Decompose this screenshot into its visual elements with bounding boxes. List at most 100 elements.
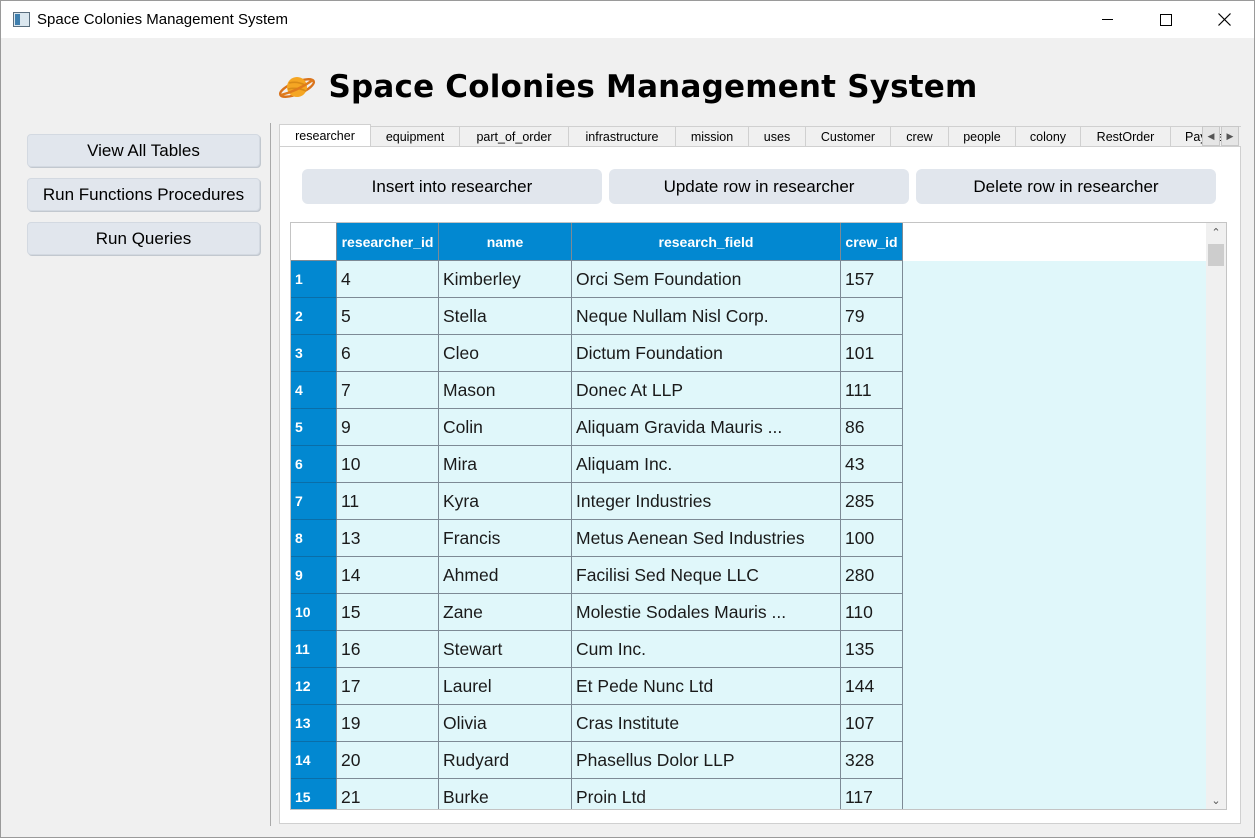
run-functions-procedures-button[interactable]: Run Functions Procedures — [27, 178, 260, 211]
row-number[interactable]: 1 — [291, 261, 337, 298]
cell-researcher-id[interactable]: 9 — [337, 409, 439, 446]
cell-researcher-id[interactable]: 20 — [337, 742, 439, 779]
column-header-name[interactable]: name — [439, 223, 572, 261]
row-number[interactable]: 3 — [291, 335, 337, 372]
tab-scroll-left-icon[interactable]: ◀ — [1202, 126, 1220, 146]
vertical-scrollbar[interactable]: ⌃ ⌄ — [1206, 223, 1226, 809]
table-row[interactable]: 3 6 Cleo Dictum Foundation 101 — [291, 335, 903, 372]
table-row[interactable]: 10 15 Zane Molestie Sodales Mauris ... 110 — [291, 594, 903, 631]
table-row[interactable]: 8 13 Francis Metus Aenean Sed Industries 100 — [291, 520, 903, 557]
cell-research-field[interactable]: Neque Nullam Nisl Corp. — [572, 298, 841, 335]
cell-researcher-id[interactable]: 4 — [337, 261, 439, 298]
cell-researcher-id[interactable]: 11 — [337, 483, 439, 520]
table-row[interactable]: 1 4 Kimberley Orci Sem Foundation 157 — [291, 261, 903, 298]
cell-crew-id[interactable]: 135 — [841, 631, 903, 668]
cell-research-field[interactable]: Molestie Sodales Mauris ... — [572, 594, 841, 631]
cell-research-field[interactable]: Facilisi Sed Neque LLC — [572, 557, 841, 594]
cell-name[interactable]: Mira — [439, 446, 572, 483]
cell-research-field[interactable]: Aliquam Gravida Mauris ... — [572, 409, 841, 446]
table-row[interactable]: 9 14 Ahmed Facilisi Sed Neque LLC 280 — [291, 557, 903, 594]
cell-name[interactable]: Mason — [439, 372, 572, 409]
cell-research-field[interactable]: Integer Industries — [572, 483, 841, 520]
cell-name[interactable]: Stella — [439, 298, 572, 335]
cell-name[interactable]: Francis — [439, 520, 572, 557]
row-number[interactable]: 13 — [291, 705, 337, 742]
cell-researcher-id[interactable]: 7 — [337, 372, 439, 409]
tab-uses[interactable]: uses — [748, 126, 806, 147]
table-row[interactable]: 15 21 Burke Proin Ltd 117 — [291, 779, 903, 809]
table-row[interactable]: 7 11 Kyra Integer Industries 285 — [291, 483, 903, 520]
cell-crew-id[interactable]: 280 — [841, 557, 903, 594]
column-header-research-field[interactable]: research_field — [572, 223, 841, 261]
tab-equipment[interactable]: equipment — [370, 126, 460, 147]
cell-researcher-id[interactable]: 16 — [337, 631, 439, 668]
tab-infrastructure[interactable]: infrastructure — [568, 126, 676, 147]
close-button[interactable] — [1195, 1, 1253, 38]
cell-research-field[interactable]: Cras Institute — [572, 705, 841, 742]
cell-research-field[interactable]: Et Pede Nunc Ltd — [572, 668, 841, 705]
cell-researcher-id[interactable]: 10 — [337, 446, 439, 483]
cell-research-field[interactable]: Metus Aenean Sed Industries — [572, 520, 841, 557]
tab-scroll-right-icon[interactable]: ▶ — [1221, 126, 1239, 146]
tab-part-of-order[interactable]: part_of_order — [459, 126, 569, 147]
cell-name[interactable]: Cleo — [439, 335, 572, 372]
cell-name[interactable]: Zane — [439, 594, 572, 631]
cell-crew-id[interactable]: 86 — [841, 409, 903, 446]
cell-research-field[interactable]: Orci Sem Foundation — [572, 261, 841, 298]
cell-crew-id[interactable]: 111 — [841, 372, 903, 409]
cell-crew-id[interactable]: 101 — [841, 335, 903, 372]
cell-researcher-id[interactable]: 21 — [337, 779, 439, 809]
cell-crew-id[interactable]: 328 — [841, 742, 903, 779]
row-number[interactable]: 2 — [291, 298, 337, 335]
row-number[interactable]: 5 — [291, 409, 337, 446]
cell-researcher-id[interactable]: 19 — [337, 705, 439, 742]
row-number[interactable]: 14 — [291, 742, 337, 779]
column-header-crew-id[interactable]: crew_id — [841, 223, 903, 261]
tab-researcher[interactable]: researcher — [279, 124, 371, 147]
cell-name[interactable]: Olivia — [439, 705, 572, 742]
cell-crew-id[interactable]: 100 — [841, 520, 903, 557]
cell-researcher-id[interactable]: 5 — [337, 298, 439, 335]
cell-name[interactable]: Laurel — [439, 668, 572, 705]
tab-crew[interactable]: crew — [890, 126, 949, 147]
maximize-button[interactable] — [1137, 1, 1195, 38]
scroll-down-icon[interactable]: ⌄ — [1206, 791, 1226, 809]
cell-research-field[interactable]: Aliquam Inc. — [572, 446, 841, 483]
table-corner-button[interactable] — [291, 223, 337, 261]
cell-name[interactable]: Rudyard — [439, 742, 572, 779]
cell-crew-id[interactable]: 285 — [841, 483, 903, 520]
scroll-up-icon[interactable]: ⌃ — [1206, 223, 1226, 241]
table-row[interactable]: 13 19 Olivia Cras Institute 107 — [291, 705, 903, 742]
cell-researcher-id[interactable]: 13 — [337, 520, 439, 557]
table-row[interactable]: 12 17 Laurel Et Pede Nunc Ltd 144 — [291, 668, 903, 705]
row-number[interactable]: 11 — [291, 631, 337, 668]
insert-row-button[interactable]: Insert into researcher — [302, 169, 602, 204]
delete-row-button[interactable]: Delete row in researcher — [916, 169, 1216, 204]
update-row-button[interactable]: Update row in researcher — [609, 169, 909, 204]
cell-name[interactable]: Stewart — [439, 631, 572, 668]
tab-customer[interactable]: Customer — [805, 126, 891, 147]
row-number[interactable]: 10 — [291, 594, 337, 631]
run-queries-button[interactable]: Run Queries — [27, 222, 260, 255]
table-row[interactable]: 6 10 Mira Aliquam Inc. 43 — [291, 446, 903, 483]
row-number[interactable]: 12 — [291, 668, 337, 705]
row-number[interactable]: 6 — [291, 446, 337, 483]
row-number[interactable]: 15 — [291, 779, 337, 809]
row-number[interactable]: 4 — [291, 372, 337, 409]
table-row[interactable]: 11 16 Stewart Cum Inc. 135 — [291, 631, 903, 668]
table-row[interactable]: 14 20 Rudyard Phasellus Dolor LLP 328 — [291, 742, 903, 779]
tab-people[interactable]: people — [948, 126, 1016, 147]
scrollbar-thumb[interactable] — [1208, 244, 1224, 266]
cell-researcher-id[interactable]: 6 — [337, 335, 439, 372]
tab-mission[interactable]: mission — [675, 126, 749, 147]
cell-crew-id[interactable]: 79 — [841, 298, 903, 335]
cell-research-field[interactable]: Donec At LLP — [572, 372, 841, 409]
cell-name[interactable]: Colin — [439, 409, 572, 446]
column-header-researcher-id[interactable]: researcher_id — [337, 223, 439, 261]
cell-crew-id[interactable]: 110 — [841, 594, 903, 631]
cell-research-field[interactable]: Cum Inc. — [572, 631, 841, 668]
cell-research-field[interactable]: Phasellus Dolor LLP — [572, 742, 841, 779]
cell-research-field[interactable]: Dictum Foundation — [572, 335, 841, 372]
tab-colony[interactable]: colony — [1015, 126, 1081, 147]
cell-crew-id[interactable]: 117 — [841, 779, 903, 809]
